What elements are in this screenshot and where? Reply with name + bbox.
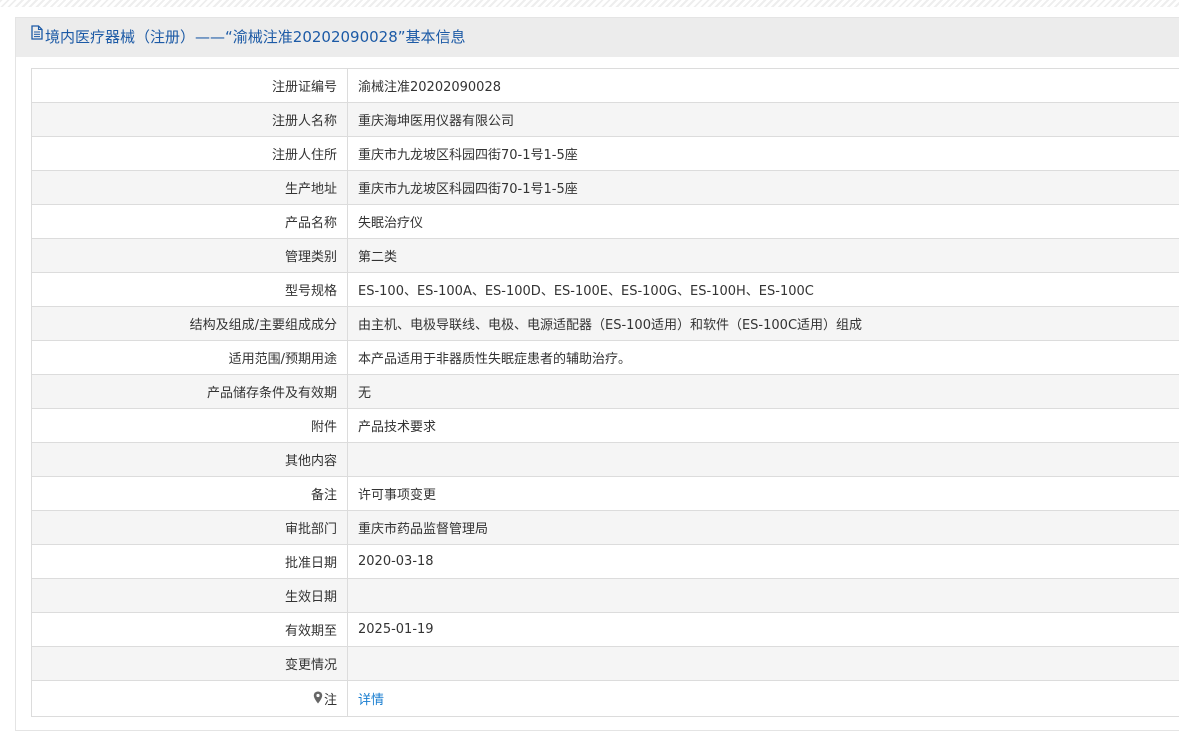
table-row: 附件 产品技术要求 — [31, 408, 1179, 443]
row-value: 重庆海坤医用仪器有限公司 — [347, 102, 1179, 137]
row-label: 备注 — [31, 476, 348, 511]
note-value-cell: 详情 — [347, 680, 1179, 717]
table-row: 适用范围/预期用途 本产品适用于非器质性失眠症患者的辅助治疗。 — [31, 340, 1179, 375]
note-label-cell: 注 — [31, 680, 348, 717]
note-label: 注 — [323, 692, 337, 708]
row-value: 2025-01-19 — [347, 612, 1179, 647]
info-panel: 境内医疗器械（注册）——“渝械注准20202090028”基本信息 注册证编号 … — [15, 17, 1179, 731]
row-label: 批准日期 — [31, 544, 348, 579]
table-row: 注册证编号 渝械注准20202090028 — [31, 68, 1179, 103]
pin-icon — [313, 691, 323, 708]
row-value: 第二类 — [347, 238, 1179, 273]
row-value: 许可事项变更 — [347, 476, 1179, 511]
row-value — [347, 578, 1179, 613]
table-row: 生效日期 — [31, 578, 1179, 613]
info-table: 注册证编号 渝械注准20202090028 注册人名称 重庆海坤医用仪器有限公司… — [31, 68, 1179, 717]
row-value: 无 — [347, 374, 1179, 409]
row-value: 2020-03-18 — [347, 544, 1179, 579]
row-value: 由主机、电极导联线、电极、电源适配器（ES-100适用）和软件（ES-100C适… — [347, 306, 1179, 341]
table-row: 变更情况 — [31, 646, 1179, 681]
table-row: 产品储存条件及有效期 无 — [31, 374, 1179, 409]
row-label: 生产地址 — [31, 170, 348, 205]
row-label: 管理类别 — [31, 238, 348, 273]
row-label: 产品名称 — [31, 204, 348, 239]
panel-header: 境内医疗器械（注册）——“渝械注准20202090028”基本信息 — [16, 18, 1179, 57]
row-label: 注册人名称 — [31, 102, 348, 137]
row-label: 变更情况 — [31, 646, 348, 681]
row-value — [347, 646, 1179, 681]
row-label: 生效日期 — [31, 578, 348, 613]
row-label: 审批部门 — [31, 510, 348, 545]
row-value: 渝械注准20202090028 — [347, 68, 1179, 103]
table-row: 注册人住所 重庆市九龙坡区科园四街70-1号1-5座 — [31, 136, 1179, 171]
table-row: 产品名称 失眠治疗仪 — [31, 204, 1179, 239]
row-value: 重庆市药品监督管理局 — [347, 510, 1179, 545]
table-row: 审批部门 重庆市药品监督管理局 — [31, 510, 1179, 545]
row-value: 失眠治疗仪 — [347, 204, 1179, 239]
row-value — [347, 442, 1179, 477]
table-row: 有效期至 2025-01-19 — [31, 612, 1179, 647]
row-label: 有效期至 — [31, 612, 348, 647]
row-label: 附件 — [31, 408, 348, 443]
row-label: 产品储存条件及有效期 — [31, 374, 348, 409]
top-decorative-stripe — [0, 0, 1179, 7]
row-value: 重庆市九龙坡区科园四街70-1号1-5座 — [347, 170, 1179, 205]
table-row: 生产地址 重庆市九龙坡区科园四街70-1号1-5座 — [31, 170, 1179, 205]
row-label: 注册人住所 — [31, 136, 348, 171]
row-value: 产品技术要求 — [347, 408, 1179, 443]
table-row: 管理类别 第二类 — [31, 238, 1179, 273]
table-row: 注册人名称 重庆海坤医用仪器有限公司 — [31, 102, 1179, 137]
row-label: 注册证编号 — [31, 68, 348, 103]
row-value: 本产品适用于非器质性失眠症患者的辅助治疗。 — [347, 340, 1179, 375]
document-icon — [31, 16, 43, 55]
note-row: 注 详情 — [31, 680, 1179, 717]
row-label: 其他内容 — [31, 442, 348, 477]
row-label: 型号规格 — [31, 272, 348, 307]
table-row: 批准日期 2020-03-18 — [31, 544, 1179, 579]
row-label: 适用范围/预期用途 — [31, 340, 348, 375]
page-title: 境内医疗器械（注册）——“渝械注准20202090028”基本信息 — [45, 28, 466, 46]
row-label: 结构及组成/主要组成成分 — [31, 306, 348, 341]
table-row: 结构及组成/主要组成成分 由主机、电极导联线、电极、电源适配器（ES-100适用… — [31, 306, 1179, 341]
table-row: 型号规格 ES-100、ES-100A、ES-100D、ES-100E、ES-1… — [31, 272, 1179, 307]
row-value: ES-100、ES-100A、ES-100D、ES-100E、ES-100G、E… — [347, 272, 1179, 307]
row-value: 重庆市九龙坡区科园四街70-1号1-5座 — [347, 136, 1179, 171]
table-row: 备注 许可事项变更 — [31, 476, 1179, 511]
table-row: 其他内容 — [31, 442, 1179, 477]
details-link[interactable]: 详情 — [358, 693, 384, 708]
